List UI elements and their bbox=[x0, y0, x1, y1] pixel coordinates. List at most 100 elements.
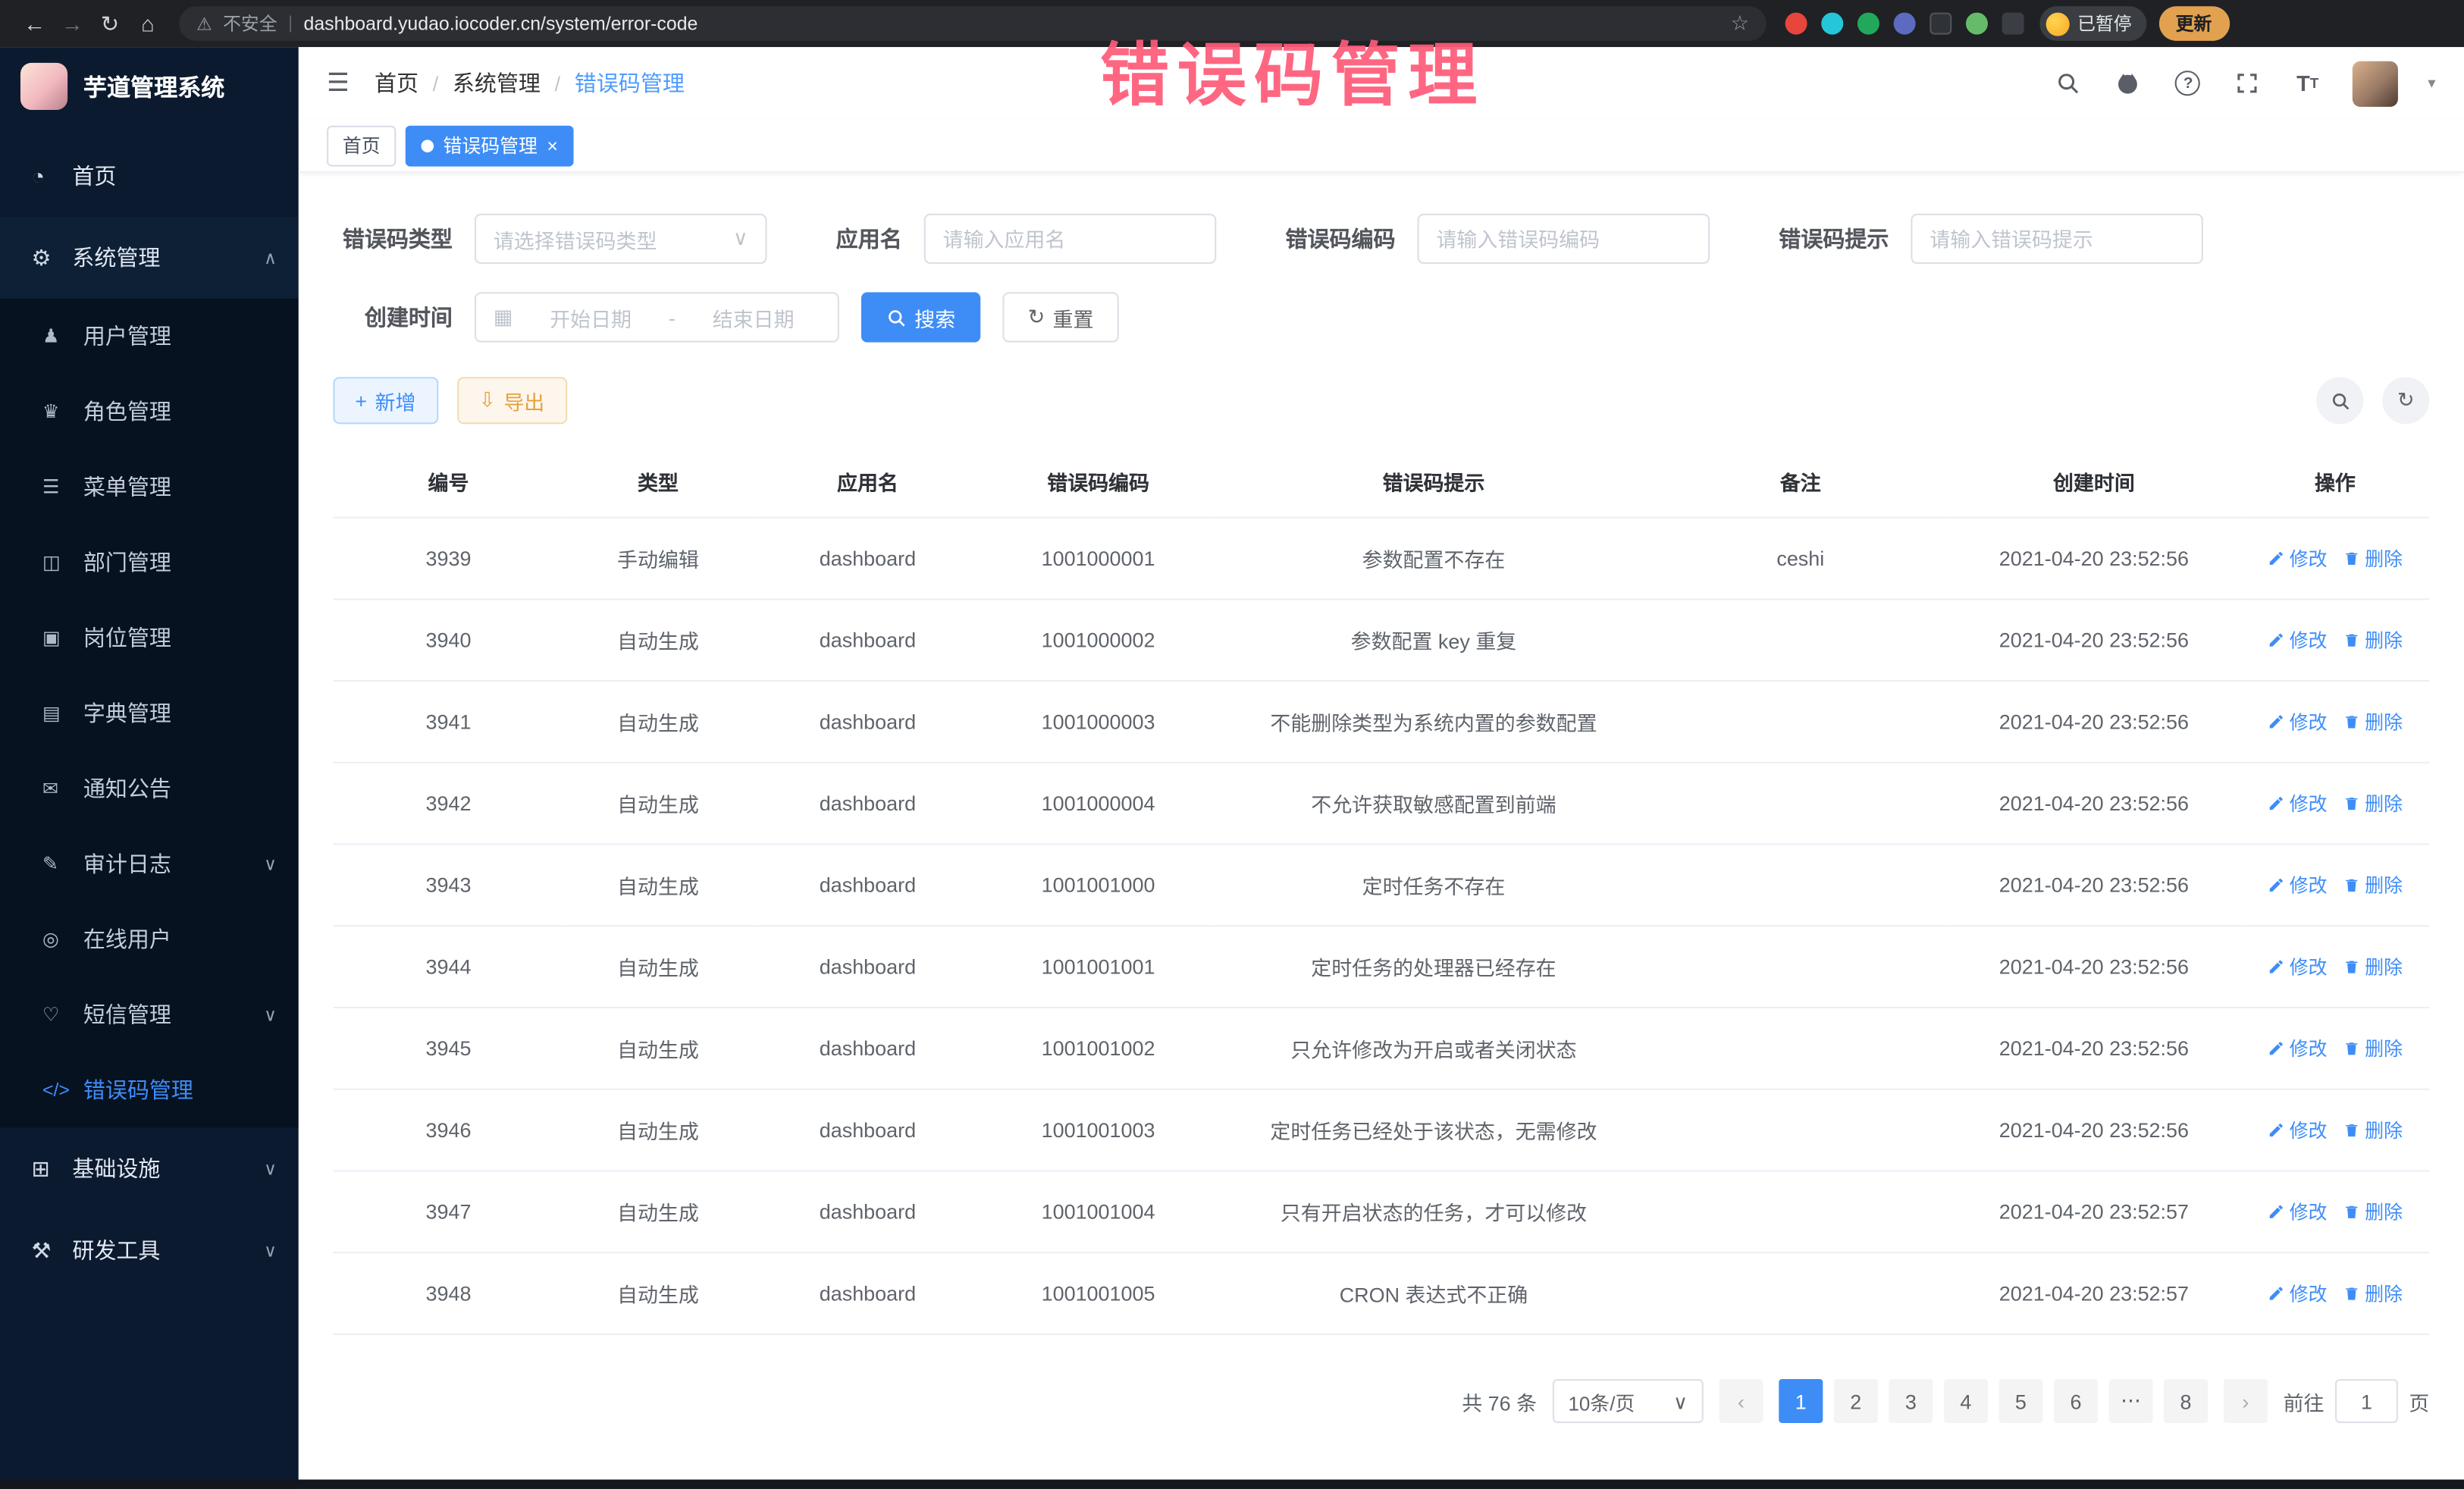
error-type-select[interactable]: 请选择错误码类型 ∨ bbox=[475, 214, 767, 264]
extension-dark-icon[interactable] bbox=[1930, 13, 1951, 35]
bookmark-star-icon[interactable]: ☆ bbox=[1731, 11, 1749, 36]
sidebar-subitem[interactable]: ✎ 审计日志 ∨ bbox=[0, 826, 299, 901]
extension-grid-icon[interactable] bbox=[1894, 13, 1916, 35]
show-search-button[interactable] bbox=[2316, 377, 2363, 424]
browser-update-button[interactable]: 更新 bbox=[2158, 6, 2229, 41]
browser-forward-icon[interactable]: → bbox=[53, 11, 91, 36]
sidebar-subitem[interactable]: </> 错误码管理 bbox=[0, 1052, 299, 1127]
edit-link[interactable]: 修改 bbox=[2268, 1199, 2328, 1225]
tab-tag[interactable]: 错误码管理 × bbox=[406, 125, 574, 166]
breadcrumb-system[interactable]: 系统管理 bbox=[453, 67, 541, 99]
sidebar-subitem[interactable]: ♟ 用户管理 bbox=[0, 299, 299, 374]
sidebar-subitem[interactable]: ♡ 短信管理 ∨ bbox=[0, 977, 299, 1052]
sidebar-subitem[interactable]: ☰ 菜单管理 bbox=[0, 450, 299, 525]
caret-down-icon[interactable]: ▾ bbox=[2428, 74, 2435, 92]
page-button[interactable]: 3 bbox=[1889, 1379, 1933, 1423]
add-button[interactable]: + 新增 bbox=[333, 377, 437, 424]
dev-tools-icon: ⚒ bbox=[31, 1237, 72, 1263]
app-logo[interactable]: 芋道管理系统 bbox=[0, 47, 299, 126]
message-cell: 参数配置 key 重复 bbox=[1214, 599, 1654, 681]
sidebar-subitem[interactable]: ✉ 通知公告 bbox=[0, 751, 299, 826]
edit-link[interactable]: 修改 bbox=[2268, 627, 2328, 654]
delete-link[interactable]: 删除 bbox=[2343, 790, 2403, 817]
delete-link[interactable]: 删除 bbox=[2343, 1035, 2403, 1061]
edit-link[interactable]: 修改 bbox=[2268, 545, 2328, 572]
refresh-table-button[interactable]: ↻ bbox=[2382, 377, 2429, 424]
delete-link[interactable]: 删除 bbox=[2343, 954, 2403, 980]
error-code-input[interactable] bbox=[1436, 227, 1691, 250]
sidebar-item-infrastructure[interactable]: ⊞ 基础设施 ∨ bbox=[0, 1127, 299, 1209]
address-bar[interactable]: ⚠ 不安全 | dashboard.yudao.iocoder.cn/syste… bbox=[179, 6, 1766, 41]
sidebar-subitem[interactable]: ▤ 字典管理 bbox=[0, 676, 299, 751]
edit-link[interactable]: 修改 bbox=[2268, 872, 2328, 898]
page-size-select[interactable]: 10条/页 ∨ bbox=[1553, 1379, 1704, 1423]
delete-link[interactable]: 删除 bbox=[2343, 1117, 2403, 1143]
search-icon[interactable] bbox=[2054, 68, 2083, 98]
browser-back-icon[interactable]: ← bbox=[16, 11, 54, 36]
edit-link[interactable]: 修改 bbox=[2268, 790, 2328, 817]
prev-page-button[interactable]: ‹ bbox=[1719, 1379, 1763, 1423]
sidebar-subitem[interactable]: ◎ 在线用户 bbox=[0, 901, 299, 976]
browser-home-icon[interactable]: ⌂ bbox=[129, 11, 167, 36]
fullscreen-icon[interactable] bbox=[2233, 68, 2262, 98]
extension-teal-icon[interactable] bbox=[1821, 13, 1843, 35]
user-avatar[interactable] bbox=[2353, 61, 2398, 106]
edit-icon bbox=[2268, 795, 2285, 812]
extension-red-icon[interactable] bbox=[1785, 13, 1807, 35]
font-size-icon[interactable]: TT bbox=[2293, 68, 2322, 98]
help-icon[interactable]: ? bbox=[2173, 68, 2202, 98]
close-icon[interactable]: × bbox=[547, 136, 558, 155]
app-name-input[interactable] bbox=[943, 227, 1198, 250]
delete-link[interactable]: 删除 bbox=[2343, 708, 2403, 735]
edit-link[interactable]: 修改 bbox=[2268, 1035, 2328, 1061]
sidebar-subitem[interactable]: ♛ 角色管理 bbox=[0, 374, 299, 449]
page-button[interactable]: 5 bbox=[1998, 1379, 2042, 1423]
sidebar-subitem[interactable]: ▣ 岗位管理 bbox=[0, 600, 299, 675]
edit-link[interactable]: 修改 bbox=[2268, 1280, 2328, 1306]
page-button[interactable]: 4 bbox=[1944, 1379, 1988, 1423]
profile-paused-badge[interactable]: 已暂停 bbox=[2039, 6, 2146, 41]
tab-tag[interactable]: 首页 bbox=[327, 125, 396, 166]
extension-green-check-icon[interactable] bbox=[1857, 13, 1879, 35]
range-separator: - bbox=[669, 306, 676, 329]
page-button[interactable]: 1 bbox=[1779, 1379, 1823, 1423]
page-button[interactable]: 2 bbox=[1834, 1379, 1878, 1423]
extension-pin-icon[interactable] bbox=[2002, 13, 2024, 35]
actions-cell: 修改 删除 bbox=[2240, 763, 2429, 845]
error-message-input[interactable] bbox=[1930, 227, 2184, 250]
sidebar-item-home[interactable]: ◔ 首页 bbox=[0, 135, 299, 217]
edit-link[interactable]: 修改 bbox=[2268, 954, 2328, 980]
breadcrumb-home[interactable]: 首页 bbox=[375, 67, 419, 99]
extension-leaf-icon[interactable] bbox=[1966, 13, 1988, 35]
audit-log-icon: ✎ bbox=[42, 853, 83, 875]
actions-cell: 修改 删除 bbox=[2240, 1008, 2429, 1089]
browser-reload-icon[interactable]: ↻ bbox=[91, 10, 129, 36]
sidebar-subitem-label: 菜单管理 bbox=[83, 472, 171, 503]
hamburger-icon[interactable]: ☰ bbox=[327, 67, 350, 99]
search-button[interactable]: 搜索 bbox=[861, 292, 981, 342]
github-icon[interactable] bbox=[2114, 68, 2143, 98]
export-button[interactable]: ⇩ 导出 bbox=[456, 377, 566, 424]
page-button[interactable]: 8 bbox=[2164, 1379, 2208, 1423]
delete-link[interactable]: 删除 bbox=[2343, 872, 2403, 898]
goto-page-input[interactable] bbox=[2335, 1379, 2398, 1423]
delete-link[interactable]: 删除 bbox=[2343, 627, 2403, 654]
delete-link[interactable]: 删除 bbox=[2343, 1199, 2403, 1225]
sidebar-item-devtools[interactable]: ⚒ 研发工具 ∨ bbox=[0, 1209, 299, 1291]
not-secure-label: 不安全 bbox=[223, 11, 277, 36]
code-cell: 1001000004 bbox=[983, 763, 1214, 845]
page-button[interactable]: 6 bbox=[2054, 1379, 2098, 1423]
edit-link[interactable]: 修改 bbox=[2268, 708, 2328, 735]
delete-link[interactable]: 删除 bbox=[2343, 1280, 2403, 1306]
sidebar-item-system[interactable]: ⚙ 系统管理 ∧ bbox=[0, 217, 299, 299]
actions-cell: 修改 删除 bbox=[2240, 926, 2429, 1008]
page-button[interactable]: ⋯ bbox=[2108, 1379, 2152, 1423]
reset-button[interactable]: ↻ 重置 bbox=[1002, 292, 1118, 342]
edit-link[interactable]: 修改 bbox=[2268, 1117, 2328, 1143]
next-page-button[interactable]: › bbox=[2224, 1379, 2268, 1423]
type-cell: 自动生成 bbox=[564, 845, 753, 926]
date-range-picker[interactable]: ▦ 开始日期 - 结束日期 bbox=[475, 292, 839, 342]
app-name-field bbox=[924, 214, 1217, 264]
sidebar-subitem[interactable]: ◫ 部门管理 bbox=[0, 525, 299, 600]
delete-link[interactable]: 删除 bbox=[2343, 545, 2403, 572]
